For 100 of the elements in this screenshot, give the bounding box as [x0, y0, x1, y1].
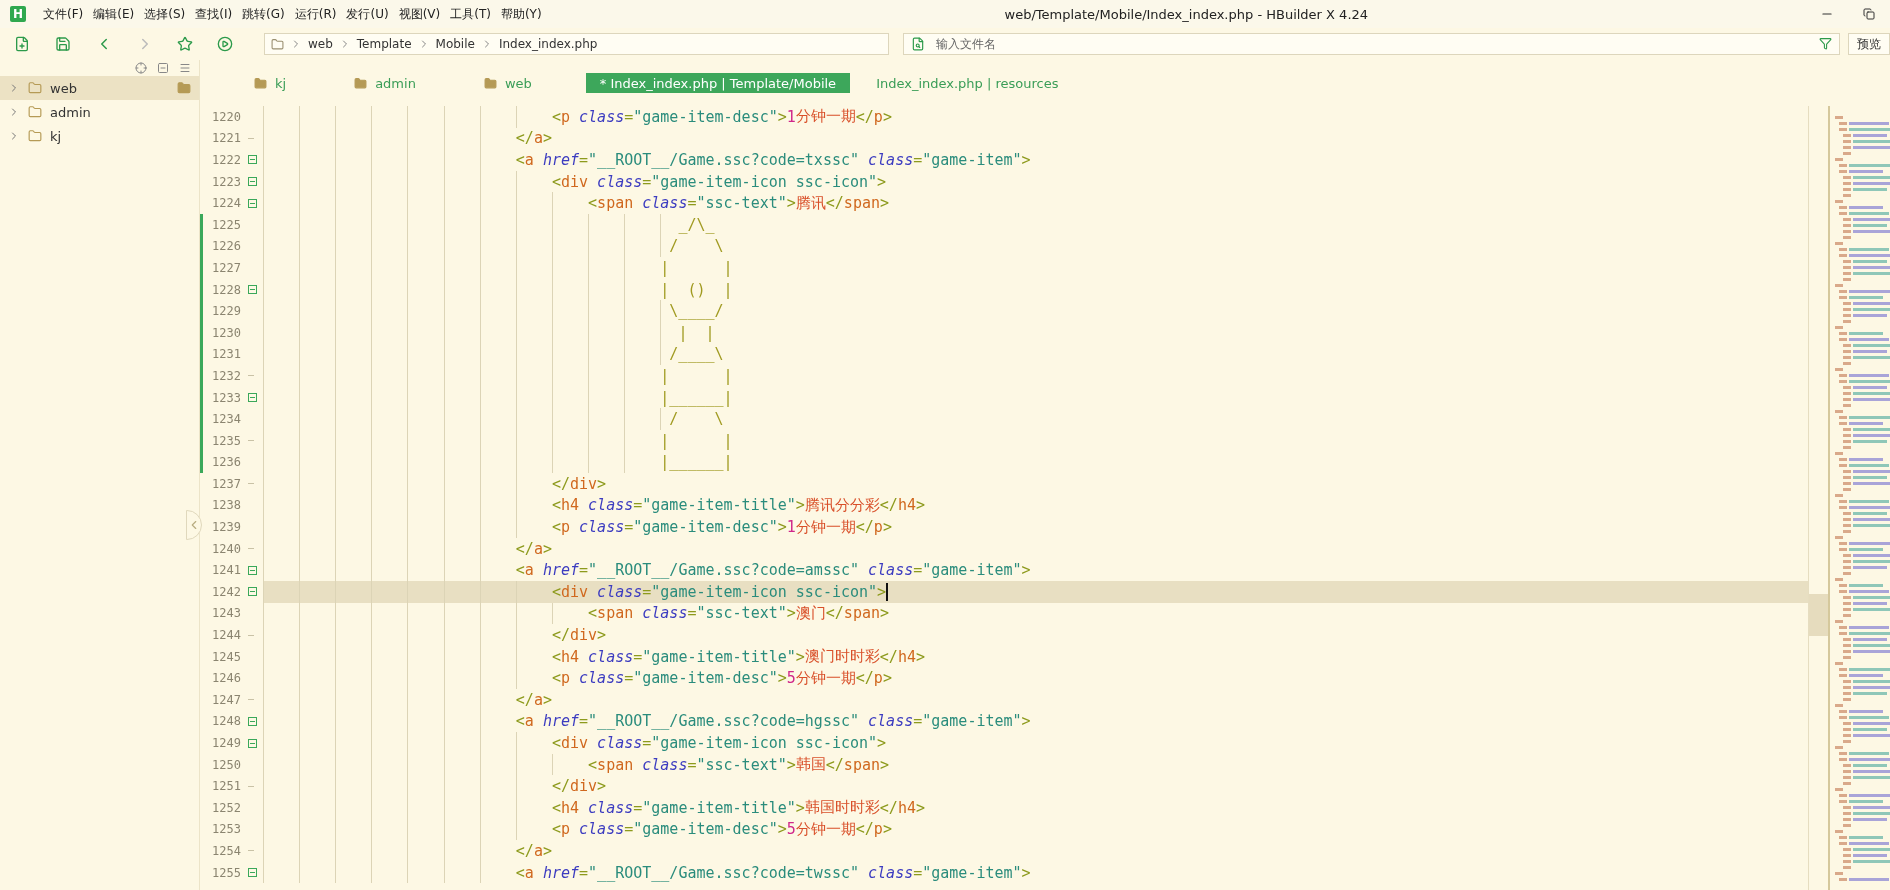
- folder-icon: [354, 76, 368, 90]
- code-line-text: <span class="ssc-text">腾讯</span>: [263, 192, 889, 214]
- code-line-text: <h4 class="game-item-title">韩国时时彩</h4>: [263, 797, 925, 819]
- minimap-drawing[interactable]: [1809, 106, 1890, 890]
- star-icon[interactable]: [176, 36, 193, 52]
- menu-item[interactable]: 跳转(G): [237, 5, 290, 23]
- line-number: 1221: [211, 131, 241, 146]
- line-number: 1220: [211, 109, 241, 124]
- file-search-icon: [910, 37, 925, 51]
- filter-icon[interactable]: [1819, 37, 1832, 50]
- code-line-text: <span class="ssc-text">韩国</span>: [263, 753, 889, 776]
- breadcrumb-item[interactable]: Mobile: [435, 37, 475, 51]
- line-number: 1250: [211, 757, 241, 772]
- line-number: 1242: [211, 584, 241, 599]
- code-line-text: / \: [263, 408, 724, 430]
- line-number: 1224: [211, 196, 241, 211]
- fold-toggle-icon[interactable]: [247, 198, 257, 208]
- line-number: 1254: [211, 844, 241, 858]
- code-line-text: /____\: [263, 343, 724, 366]
- menu-item[interactable]: 帮助(Y): [495, 5, 547, 23]
- fold-toggle-icon[interactable]: [247, 587, 257, 597]
- line-number: 1245: [211, 649, 241, 664]
- line-number: 1233: [211, 390, 241, 405]
- line-number: 1240: [211, 541, 241, 556]
- menu-item[interactable]: 视图(V): [393, 5, 446, 23]
- line-number: 1230: [211, 325, 241, 340]
- code-line-text: </a>: [263, 840, 552, 862]
- code-line-text: <a href="__ROOT__/Game.ssc?code=txssc" class="game-item">: [263, 149, 1031, 171]
- line-number: 1247: [211, 692, 241, 707]
- menu-item[interactable]: 查找(I): [190, 5, 238, 23]
- code-line-text: <a href="__ROOT__/Game.ssc?code=hgssc" class="game-item">: [263, 710, 1031, 733]
- menu-item[interactable]: 编辑(E): [88, 5, 140, 23]
- code-line-text: </div>: [263, 473, 607, 495]
- window-title: web/Template/Mobile/Index_index.php - HBuilder X 4.24: [1003, 6, 1370, 22]
- new-file-icon[interactable]: [14, 36, 30, 52]
- fold-toggle-icon[interactable]: [247, 285, 257, 295]
- line-number: 1236: [211, 455, 241, 470]
- line-number: 1244: [211, 628, 241, 643]
- fold-toggle-icon[interactable]: [247, 565, 257, 575]
- line-number: 1227: [211, 260, 241, 275]
- code-line-text: </a>: [263, 689, 552, 711]
- folder-icon: [254, 76, 267, 90]
- menu-icon[interactable]: [179, 62, 191, 74]
- line-number: 1235: [211, 433, 241, 448]
- restore-icon[interactable]: [1863, 8, 1875, 20]
- fold-toggle-icon[interactable]: [247, 177, 257, 187]
- line-number: 1241: [211, 563, 241, 578]
- code-line-text: <p class="game-item-desc">5分钟一期</p>: [263, 818, 892, 841]
- menu-item[interactable]: 文件(F): [38, 5, 89, 23]
- code-line-text: <a href="__ROOT__/Game.ssc?code=amssc" class="game-item">: [263, 559, 1031, 582]
- fold-toggle-icon[interactable]: [247, 716, 257, 726]
- run-icon[interactable]: [217, 36, 234, 52]
- line-number: 1231: [211, 347, 241, 362]
- line-number: 1255: [211, 865, 241, 880]
- save-icon[interactable]: [54, 36, 71, 52]
- breadcrumb-item[interactable]: Template: [356, 37, 412, 51]
- code-line-text: _/\_: [263, 213, 715, 236]
- line-number: 1248: [211, 714, 241, 729]
- code-line-text: <div class="game-item-icon ssc-icon">: [263, 170, 887, 193]
- folder-icon: [270, 37, 284, 51]
- code-line-text: </div>: [263, 775, 607, 797]
- code-line-text: </div>: [263, 624, 607, 646]
- tree-item[interactable]: web: [0, 76, 199, 100]
- line-number: 1223: [211, 174, 241, 189]
- line-number: 1246: [211, 671, 241, 686]
- line-number: 1222: [211, 153, 241, 167]
- breadcrumb-item[interactable]: web: [307, 37, 333, 51]
- folder-icon[interactable]: [177, 81, 191, 95]
- menu-item[interactable]: 发行(U): [341, 5, 394, 23]
- fold-toggle-icon[interactable]: [247, 738, 257, 748]
- breadcrumb-item[interactable]: Index_index.php: [498, 37, 598, 51]
- app-logo: H: [10, 6, 26, 22]
- fold-toggle-icon[interactable]: [247, 393, 257, 402]
- code-line-text: / \: [263, 235, 724, 258]
- line-number: 1249: [211, 736, 241, 750]
- line-number: 1238: [211, 498, 241, 513]
- menu-item[interactable]: 选择(S): [139, 5, 191, 23]
- menu-item[interactable]: 工具(T): [445, 5, 496, 23]
- tree-item[interactable]: kj: [0, 124, 199, 148]
- fold-toggle-icon[interactable]: [247, 155, 257, 165]
- folder-icon: [28, 129, 42, 143]
- code-line-text: \____/: [263, 300, 724, 322]
- locate-icon[interactable]: [135, 62, 147, 74]
- code-line-text: <h4 class="game-item-title">腾讯分分彩</h4>: [263, 494, 925, 517]
- preview-button[interactable]: 预览: [1848, 33, 1890, 55]
- tree-item[interactable]: admin: [0, 100, 199, 124]
- collapse-all-icon[interactable]: [157, 62, 169, 74]
- fold-toggle-icon[interactable]: [247, 868, 257, 878]
- folder-icon: [483, 76, 497, 90]
- folder-icon: [28, 81, 42, 95]
- menu-item[interactable]: 运行(R): [289, 5, 342, 23]
- code-line-text: <p class="game-item-desc">1分钟一期</p>: [263, 106, 892, 128]
- line-number: 1251: [211, 779, 241, 794]
- search-field[interactable]: 输入文件名: [902, 33, 1840, 55]
- line-number: 1239: [211, 520, 241, 535]
- line-number: 1252: [211, 800, 241, 815]
- text-cursor: [886, 582, 889, 601]
- code-line-text: <p class="game-item-desc">5分钟一期</p>: [263, 667, 892, 690]
- line-number: 1234: [211, 412, 241, 427]
- code-line-text: <p class="game-item-desc">1分钟一期</p>: [263, 516, 892, 538]
